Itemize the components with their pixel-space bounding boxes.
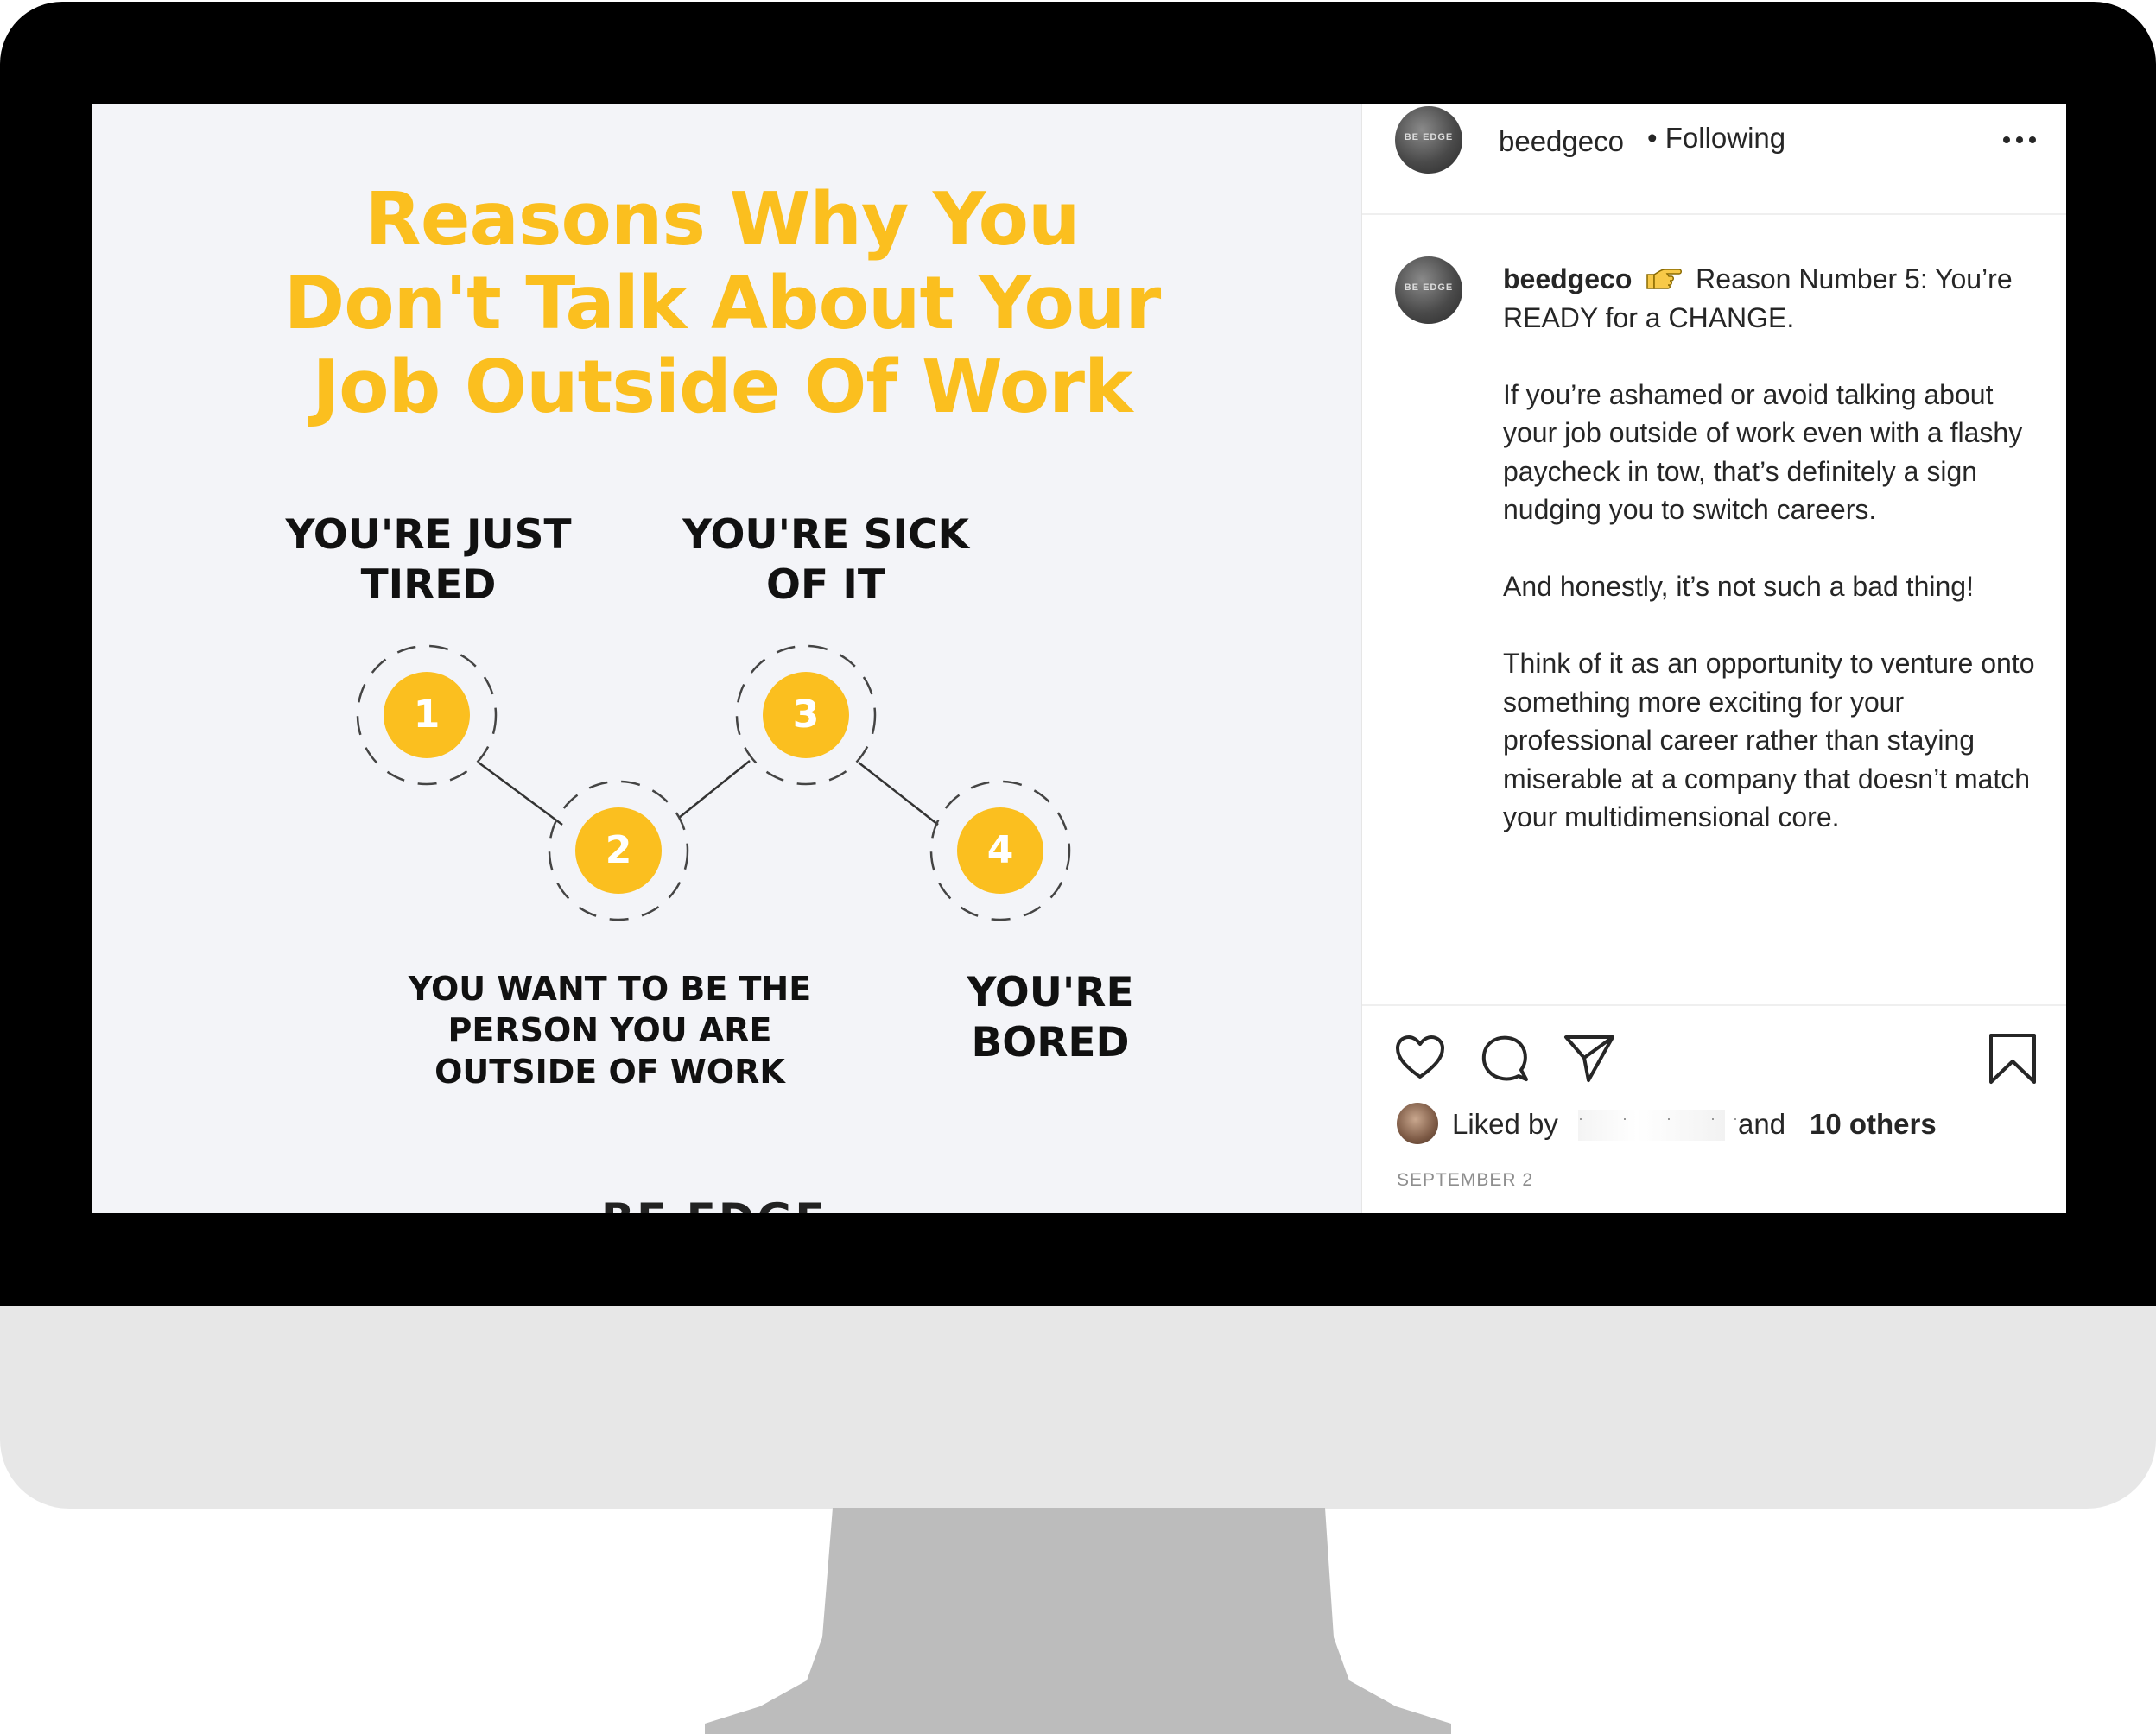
liked-others-link[interactable]: 10 others bbox=[1810, 1108, 1937, 1141]
reason-label-line: BORED bbox=[971, 1019, 1130, 1066]
reason-label-line: YOU WANT TO BE THE bbox=[408, 970, 812, 1008]
post-date[interactable]: SEPTEMBER 2 bbox=[1397, 1170, 1533, 1191]
share-icon[interactable] bbox=[1563, 1032, 1616, 1085]
reason-label-line: OUTSIDE OF WORK bbox=[434, 1053, 785, 1091]
step-number: 2 bbox=[605, 828, 632, 872]
reason-label-line: YOU'RE bbox=[967, 969, 1134, 1016]
reason-2-label: YOU WANT TO BE THE PERSON YOU ARE OUTSID… bbox=[368, 968, 852, 1092]
brand-logo: BE EDGE bbox=[601, 1194, 828, 1213]
step-number: 4 bbox=[986, 828, 1014, 872]
avatar[interactable]: BE EDGE bbox=[1395, 106, 1462, 174]
caption-area[interactable]: BE EDGE beedgeco Reason Number 5: You’re… bbox=[1362, 217, 2066, 1110]
caption-first-paragraph: beedgeco Reason Number 5: You’re READY f… bbox=[1503, 260, 2039, 337]
screen: Reasons Why You Don't Talk About Your Jo… bbox=[92, 104, 2066, 1213]
post-header: BE EDGE beedgeco • Following bbox=[1362, 104, 2066, 215]
redacted-liker-marks: · · · ·· bbox=[1578, 1110, 1755, 1127]
liked-by-row: Liked by · · · ·· and 10 others bbox=[1397, 1103, 2053, 1146]
header-username[interactable]: beedgeco bbox=[1499, 125, 1624, 158]
comment-icon[interactable] bbox=[1478, 1032, 1531, 1085]
step-number: 1 bbox=[413, 693, 441, 737]
bookmark-icon[interactable] bbox=[1986, 1032, 2039, 1085]
connector-line bbox=[478, 761, 563, 826]
caption-paragraph: Think of it as an opportunity to venture… bbox=[1503, 648, 2035, 832]
caption-text: beedgeco Reason Number 5: You’re READY f… bbox=[1503, 260, 2039, 875]
post-sidebar: BE EDGE beedgeco • Following BE EDGE bee… bbox=[1361, 104, 2066, 1213]
avatar-logo: BE EDGE bbox=[1404, 282, 1454, 293]
reason-4-label: YOU'RE BORED bbox=[921, 968, 1180, 1068]
connector-line bbox=[858, 762, 939, 826]
post-image[interactable]: Reasons Why You Don't Talk About Your Jo… bbox=[92, 104, 1361, 1213]
liked-by-label: Liked by bbox=[1452, 1108, 1558, 1140]
more-horizontal-icon[interactable] bbox=[1998, 127, 2041, 153]
pointing-right-hand-icon bbox=[1646, 269, 1683, 289]
connector-line bbox=[678, 760, 751, 819]
following-button[interactable]: • Following bbox=[1647, 122, 1785, 155]
caption-paragraph: And honestly, it’s not such a bad thing! bbox=[1503, 571, 1974, 602]
monitor-chin bbox=[0, 1306, 2156, 1509]
liked-and-label: and bbox=[1738, 1108, 1786, 1140]
avatar-logo: BE EDGE bbox=[1404, 132, 1454, 142]
avatar[interactable]: BE EDGE bbox=[1395, 256, 1462, 324]
step-circles bbox=[384, 672, 1043, 894]
actions-bar: Liked by · · · ·· and 10 others SEPTEMBE… bbox=[1362, 1004, 2066, 1213]
reason-label-line: PERSON YOU ARE bbox=[447, 1011, 772, 1049]
caption-username[interactable]: beedgeco bbox=[1503, 263, 1632, 294]
liker-avatar[interactable] bbox=[1397, 1103, 1438, 1144]
caption-paragraph: If you’re ashamed or avoid talking about… bbox=[1503, 378, 2023, 526]
step-number: 3 bbox=[792, 693, 820, 737]
heart-icon[interactable] bbox=[1393, 1032, 1447, 1085]
monitor-stand bbox=[705, 1508, 1451, 1734]
